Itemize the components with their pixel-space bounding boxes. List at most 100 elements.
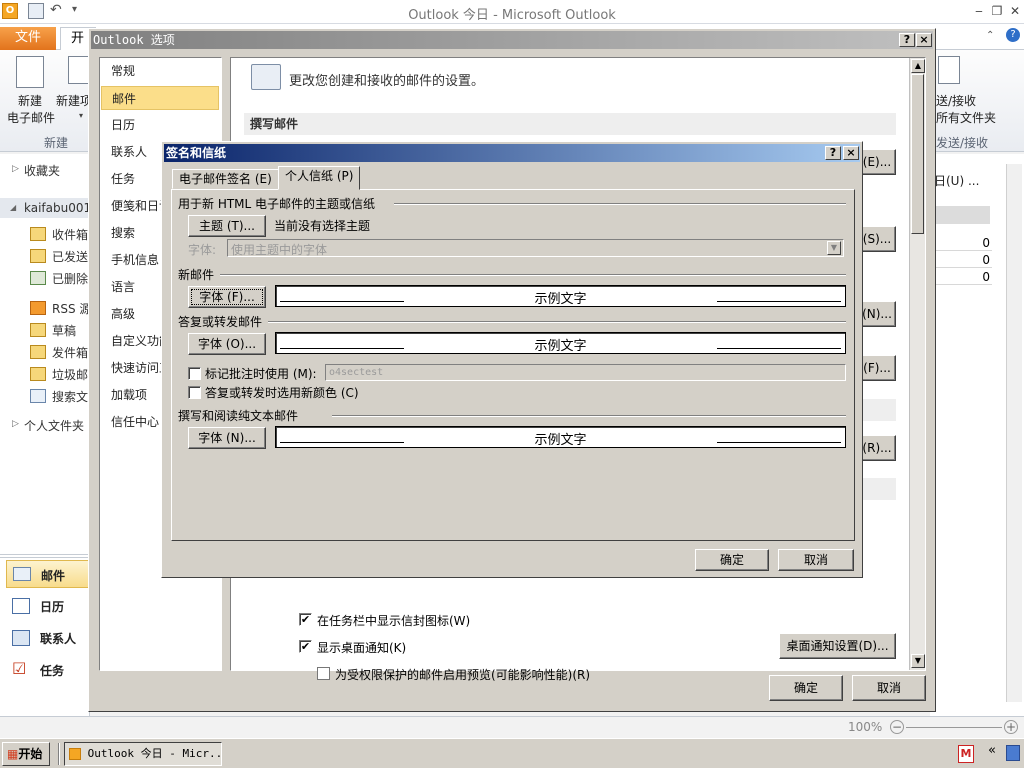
options-help-button[interactable]: ?: [899, 33, 915, 47]
minimize-icon[interactable]: ‒: [970, 2, 988, 20]
new-items-label[interactable]: 新建项: [56, 92, 90, 109]
options-side-button-5[interactable]: (R)...: [858, 435, 896, 461]
mark-comments-checkbox[interactable]: [188, 367, 201, 380]
new-items-icon[interactable]: [68, 56, 90, 84]
options-category-item[interactable]: 邮件: [101, 86, 219, 110]
desktop-alert-settings-button[interactable]: 桌面通知设置(D)...: [779, 633, 896, 659]
options-side-button-1[interactable]: (E)...: [858, 149, 896, 175]
section-theme-label: 用于新 HTML 电子邮件的主题或信纸: [178, 197, 376, 211]
todo-value-3: 0: [936, 270, 992, 285]
junk-icon: [30, 367, 46, 381]
inbox-icon: [30, 227, 46, 241]
section-new-divider: [220, 274, 846, 276]
zoom-in-icon[interactable]: +: [1004, 720, 1018, 734]
zoom-slider[interactable]: [906, 727, 1002, 728]
preview-protected-checkbox[interactable]: [317, 667, 330, 680]
personal-folders[interactable]: 个人文件夹: [24, 417, 84, 434]
section-compose: 撰写邮件: [244, 113, 896, 135]
tray-expand-icon[interactable]: «: [988, 743, 996, 758]
font-plain-button[interactable]: 字体 (N)...: [188, 427, 266, 449]
new-email-label2[interactable]: 电子邮件: [2, 109, 60, 126]
font-reply-button[interactable]: 字体 (O)...: [188, 333, 266, 355]
favorites-expand-icon[interactable]: ▷: [12, 164, 19, 174]
taskbar-outlook-item[interactable]: Outlook 今日 - Micr...: [64, 742, 222, 766]
module-contacts[interactable]: 联系人: [6, 624, 90, 652]
scroll-up-icon[interactable]: ▲: [911, 59, 925, 73]
nav-folder-inbox[interactable]: 收件箱: [52, 226, 88, 243]
nav-folder-rss[interactable]: RSS 源: [52, 300, 91, 317]
tab-file[interactable]: 文件: [0, 27, 56, 50]
pick-color-label[interactable]: 答复或转发时选用新颜色 (C): [205, 384, 359, 401]
windows-logo-icon: ▦: [7, 747, 19, 761]
module-mail[interactable]: 邮件: [6, 560, 90, 588]
section-theme-divider: [394, 203, 846, 205]
options-side-button-4[interactable]: (F)...: [858, 355, 896, 381]
todo-scrollbar[interactable]: [1006, 164, 1022, 702]
options-ok-button[interactable]: 确定: [769, 675, 843, 701]
signature-cancel-button[interactable]: 取消: [778, 549, 854, 571]
module-calendar[interactable]: 日历: [6, 592, 90, 620]
group-send-receive: 发送/接收: [936, 136, 989, 150]
help-icon[interactable]: ?: [1006, 28, 1020, 42]
deleted-icon: [30, 271, 46, 285]
restore-icon[interactable]: ❐: [988, 2, 1006, 20]
mail-module-icon: [13, 567, 31, 581]
tray-network-icon[interactable]: [1006, 745, 1020, 761]
nav-folder-outbox[interactable]: 发件箱: [52, 344, 88, 361]
sample-plain-mail: 示例文字: [275, 426, 846, 448]
zoom-out-icon[interactable]: −: [890, 720, 904, 734]
new-email-icon[interactable]: [16, 56, 44, 88]
tab-email-signature[interactable]: 电子邮件签名 (E): [172, 169, 279, 189]
todo-header[interactable]: 日(U) ...: [934, 172, 979, 189]
mark-comments-label[interactable]: 标记批注时使用 (M):: [205, 365, 317, 382]
account-name[interactable]: kaifabu001: [24, 201, 91, 215]
options-category-item[interactable]: 日历: [101, 113, 219, 137]
taskbar-icon-checkbox[interactable]: ✔: [299, 613, 312, 626]
section-reply-divider: [268, 321, 846, 323]
tasks-module-icon: ☑: [12, 659, 27, 678]
send-receive-label2[interactable]: 所有文件夹: [936, 109, 1024, 126]
todo-bar: 日(U) ... 0 0 0: [930, 154, 1024, 738]
tray-m-icon[interactable]: M: [958, 745, 974, 763]
theme-font-select[interactable]: 使用主题中的字体 ▼: [227, 239, 844, 257]
nav-folder-sent[interactable]: 已发送: [52, 248, 88, 265]
dropdown-arrow-icon[interactable]: ▼: [827, 241, 841, 255]
nav-folder-drafts[interactable]: 草稿: [52, 322, 76, 339]
options-scrollbar[interactable]: ▲ ▼: [909, 58, 925, 670]
close-window-icon[interactable]: ✕: [1006, 2, 1024, 20]
options-category-item[interactable]: 常规: [101, 59, 219, 83]
new-email-label1[interactable]: 新建: [8, 92, 52, 109]
options-side-button-3[interactable]: (N)...: [858, 301, 896, 327]
scroll-thumb[interactable]: [911, 74, 924, 234]
theme-status: 当前没有选择主题: [274, 219, 371, 233]
desktop-alert-checkbox[interactable]: ✔: [299, 640, 312, 653]
signature-close-button[interactable]: ×: [843, 146, 859, 160]
tab-personal-stationery[interactable]: 个人信纸 (P): [278, 166, 361, 190]
module-tasks[interactable]: ☑ 任务: [6, 656, 90, 684]
preview-protected-label[interactable]: 为受权限保护的邮件启用预览(可能影响性能)(R): [335, 666, 590, 683]
options-cancel-button[interactable]: 取消: [852, 675, 926, 701]
section-new-label: 新邮件: [178, 268, 215, 282]
options-close-button[interactable]: ×: [916, 33, 932, 47]
theme-button[interactable]: 主题 (T)...: [188, 215, 266, 237]
signature-help-button[interactable]: ?: [825, 146, 841, 160]
favorites-header[interactable]: 收藏夹: [24, 162, 60, 179]
send-receive-label1[interactable]: 送/接收: [936, 92, 1024, 109]
font-new-button[interactable]: 字体 (F)...: [188, 286, 266, 308]
account-collapse-icon[interactable]: ◢: [10, 203, 16, 212]
send-receive-all-icon[interactable]: [938, 56, 960, 84]
options-side-button-2[interactable]: (S)...: [858, 226, 896, 252]
desktop-alert-label[interactable]: 显示桌面通知(K): [317, 639, 406, 656]
nav-folder-deleted[interactable]: 已删除: [52, 270, 88, 287]
signature-ok-button[interactable]: 确定: [695, 549, 769, 571]
pick-color-checkbox[interactable]: [188, 386, 201, 399]
new-items-dropdown-icon[interactable]: ▾: [79, 111, 83, 120]
zoom-level: 100%: [848, 720, 883, 734]
collapse-ribbon-icon[interactable]: ⌃: [986, 30, 994, 41]
personal-expand-icon[interactable]: ▷: [12, 419, 19, 429]
mark-comments-input[interactable]: o4sectest: [325, 364, 846, 381]
taskbar-icon-label[interactable]: 在任务栏中显示信封图标(W): [317, 612, 470, 629]
outlook-task-icon: [69, 748, 81, 760]
scroll-down-icon[interactable]: ▼: [911, 654, 925, 668]
start-button[interactable]: ▦开始: [2, 742, 50, 766]
